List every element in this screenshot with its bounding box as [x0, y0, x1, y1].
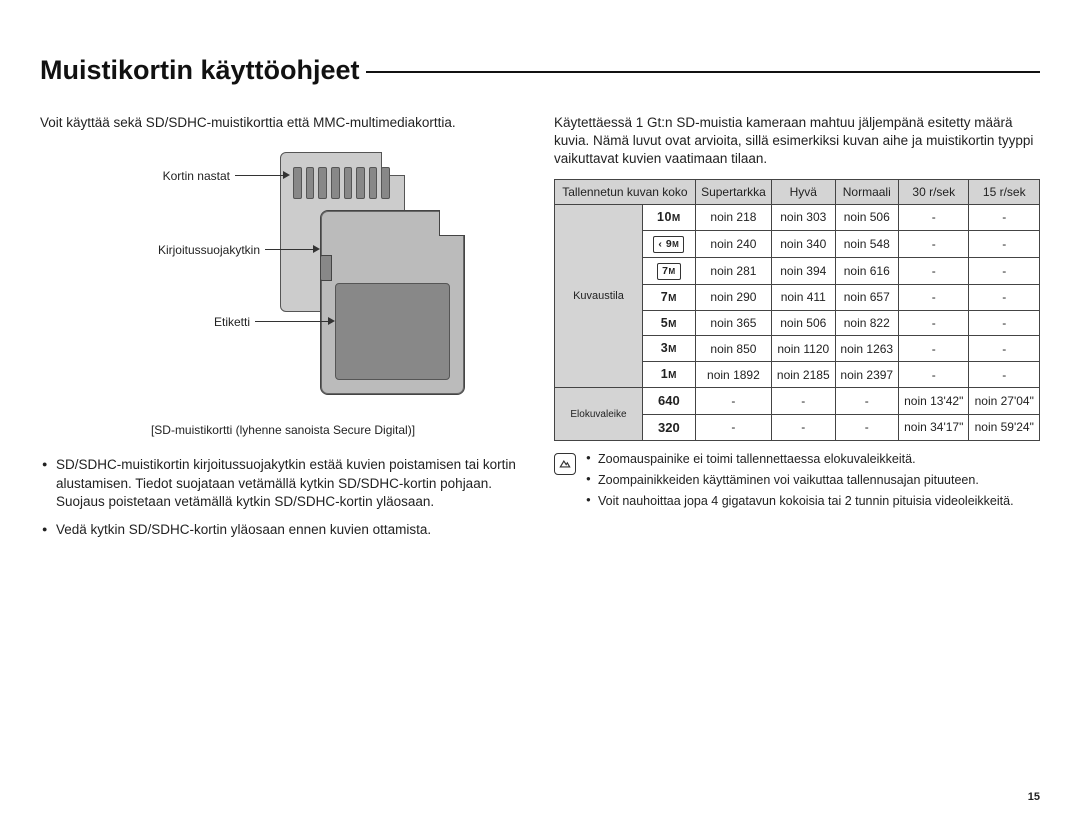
cell-size: 7M	[642, 284, 695, 310]
callout-write-protect: Kirjoitussuojakytkin	[60, 242, 260, 258]
cell: -	[835, 388, 898, 415]
write-protect-switch-icon	[320, 255, 332, 281]
cell: -	[899, 257, 969, 284]
note-item: Voit nauhoittaa jopa 4 gigatavun kokoisi…	[586, 493, 1014, 510]
cell-size: 1M	[642, 362, 695, 388]
cell: -	[899, 336, 969, 362]
cell: noin 27'04"	[969, 388, 1040, 415]
cell: -	[772, 388, 835, 415]
cell: noin 240	[695, 230, 771, 257]
capacity-table: Tallennetun kuvan koko Supertarkka Hyvä …	[554, 179, 1040, 442]
card-contacts-icon	[293, 167, 390, 199]
cell: -	[969, 362, 1040, 388]
cell: noin 1263	[835, 336, 898, 362]
sd-card-front	[320, 210, 465, 395]
th-normal: Normaali	[835, 179, 898, 204]
cell: noin 822	[835, 310, 898, 336]
th-30fps: 30 r/sek	[899, 179, 969, 204]
card-label-area-icon	[335, 283, 450, 380]
th-size: Tallennetun kuvan koko	[555, 179, 696, 204]
cell: -	[695, 388, 771, 415]
cell: -	[695, 414, 771, 441]
cell-size: ‹ 9M	[642, 230, 695, 257]
notes-block: Zoomauspainike ei toimi tallennettaessa …	[554, 451, 1040, 514]
cell: noin 616	[835, 257, 898, 284]
diagram-caption: [SD-muistikortti (lyhenne sanoista Secur…	[40, 422, 526, 438]
cell: -	[969, 336, 1040, 362]
cell-size: 320	[642, 414, 695, 441]
page-title: Muistikortin käyttöohjeet	[40, 55, 360, 86]
cell: noin 548	[835, 230, 898, 257]
right-column: Käytettäessä 1 Gt:n SD-muistia kameraan …	[554, 114, 1040, 549]
cell: noin 340	[772, 230, 835, 257]
th-15fps: 15 r/sek	[969, 179, 1040, 204]
cell: -	[899, 284, 969, 310]
cell: -	[772, 414, 835, 441]
intro-right: Käytettäessä 1 Gt:n SD-muistia kameraan …	[554, 114, 1040, 169]
intro-left: Voit käyttää sekä SD/SDHC-muistikorttia …	[40, 114, 526, 132]
cell: noin 290	[695, 284, 771, 310]
cell-size: 640	[642, 388, 695, 415]
cell: noin 59'24"	[969, 414, 1040, 441]
cell: -	[899, 204, 969, 230]
cell: -	[969, 230, 1040, 257]
note-icon	[554, 453, 576, 475]
cell-size: 7M	[642, 257, 695, 284]
cell: noin 506	[772, 310, 835, 336]
th-superfine: Supertarkka	[695, 179, 771, 204]
cell: -	[969, 310, 1040, 336]
cell: noin 1120	[772, 336, 835, 362]
left-bullet-list: SD/SDHC-muistikortin kirjoitussuojakytki…	[40, 456, 526, 539]
cell: noin 657	[835, 284, 898, 310]
cell-size: 10M	[642, 204, 695, 230]
cell: noin 303	[772, 204, 835, 230]
note-item: Zoompainikkeiden käyttäminen voi vaikutt…	[586, 472, 1014, 489]
th-fine: Hyvä	[772, 179, 835, 204]
cell: -	[899, 362, 969, 388]
cell-size: 5M	[642, 310, 695, 336]
cell: -	[835, 414, 898, 441]
cell: noin 365	[695, 310, 771, 336]
cell: noin 1892	[695, 362, 771, 388]
section-movie: Elokuvaleike	[555, 388, 643, 441]
left-column: Voit käyttää sekä SD/SDHC-muistikorttia …	[40, 114, 526, 549]
cell: noin 2185	[772, 362, 835, 388]
cell: -	[969, 284, 1040, 310]
bullet-item: SD/SDHC-muistikortin kirjoitussuojakytki…	[42, 456, 526, 511]
cell: noin 411	[772, 284, 835, 310]
note-item: Zoomauspainike ei toimi tallennettaessa …	[586, 451, 1014, 468]
cell: noin 850	[695, 336, 771, 362]
cell: noin 281	[695, 257, 771, 284]
section-shoot: Kuvaustila	[555, 204, 643, 387]
cell: noin 2397	[835, 362, 898, 388]
page-number: 15	[1028, 791, 1040, 803]
cell: noin 506	[835, 204, 898, 230]
cell: noin 394	[772, 257, 835, 284]
title-rule	[366, 71, 1040, 73]
callout-pins: Kortin nastat	[60, 168, 230, 184]
callout-label: Etiketti	[60, 314, 250, 330]
cell-size: 3M	[642, 336, 695, 362]
cell: -	[969, 257, 1040, 284]
cell: noin 218	[695, 204, 771, 230]
cell: -	[899, 230, 969, 257]
bullet-item: Vedä kytkin SD/SDHC-kortin yläosaan enne…	[42, 521, 526, 539]
cell: -	[899, 310, 969, 336]
cell: noin 34'17"	[899, 414, 969, 441]
cell: -	[969, 204, 1040, 230]
sd-card-diagram: Kortin nastat Kirjoitussuojakytkin Etike…	[60, 142, 480, 412]
cell: noin 13'42"	[899, 388, 969, 415]
